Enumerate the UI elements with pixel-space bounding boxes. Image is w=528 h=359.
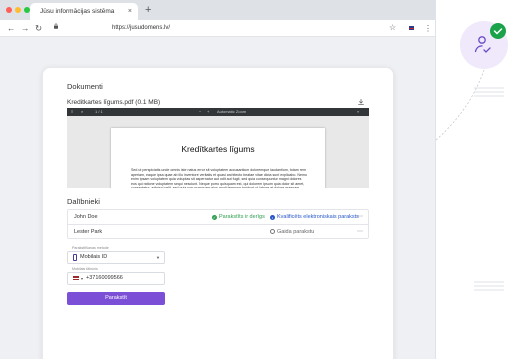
participant-type-text: Kvalificēts elektroniskais paraksts [277,214,359,220]
pdf-more-tools-icon[interactable]: » [357,109,359,115]
pdf-viewer[interactable]: ≡ ⌕ 1 / 1 − + Automatic Zoom » Kredītkar… [67,108,369,188]
person-badge-icon: • [270,214,275,220]
close-window-dot[interactable] [6,7,12,13]
phone-number-input[interactable]: ▾ +37160099566 [67,272,165,285]
pdf-page-title: Kredītkartes līgums [181,144,255,154]
new-tab-icon[interactable]: + [145,3,151,17]
phone-number-value: +37160099566 [86,275,123,281]
close-tab-icon[interactable]: × [128,3,132,20]
participant-signature-type: • Kvalificēts elektroniskais paraksts [270,210,359,224]
signing-method-value: Mobilais ID [80,254,108,260]
back-icon[interactable]: ← [7,22,16,34]
pdf-sidebar-toggle-icon[interactable]: ≡ [71,109,73,115]
url-field[interactable]: https://jusudomens.lv/ [50,23,405,34]
forward-icon[interactable]: → [21,22,30,34]
participants-table: John Doe ✓ Parakstīts ir derīgs • Kvalific… [67,209,369,239]
browser-tab[interactable]: Jūsu informācijas sistēma × [30,3,138,20]
participant-type-text: Gaida parakstu [277,229,315,235]
chevron-down-icon: ▼ [156,255,160,260]
participant-status: ✓ Parakstīts ir derīgs [212,210,265,224]
connector-line [435,69,485,141]
pdf-zoom-select[interactable]: Automatic Zoom [217,109,246,115]
browser-menu-icon[interactable]: ⋮ [424,23,432,34]
signing-card: Dokumenti Kreditkartes līgums.pdf (0.1 M… [42,67,394,359]
mobile-phone-icon [73,254,77,261]
signature-badge-circle [460,21,508,69]
participant-status-text: Parakstīts ir derīgs [219,214,265,220]
pdf-page: Kredītkartes līgums Sed ut perspiciatis … [111,128,325,188]
check-circle-icon: ✓ [212,214,217,220]
screenshot-root: Jūsu informācijas sistēma × + ← → ↻ http… [0,0,528,359]
row-more-icon[interactable]: ⋯ [357,225,363,239]
minimize-window-dot[interactable] [15,7,21,13]
tab-title: Jūsu informācijas sistēma [40,8,115,15]
clock-icon [270,228,275,234]
phone-label: Mobilais tālrunis [72,267,98,271]
address-bar: ← → ↻ https://jusudomens.lv/ ☆ ⋮ [0,20,435,37]
download-icon[interactable] [357,98,365,106]
pdf-search-icon[interactable]: ⌕ [81,109,83,115]
url-text: https://jusudomens.lv/ [112,25,171,31]
signing-method-label: Paraksttīšanas metode [72,246,109,250]
country-code-chevron-icon[interactable]: ▾ [81,273,83,284]
participant-name: Lester Park [74,229,103,235]
pdf-toolbar: ≡ ⌕ 1 / 1 − + Automatic Zoom » [67,108,369,116]
reload-icon[interactable]: ↻ [35,22,42,34]
pdf-zoom-out-icon[interactable]: − [199,109,201,115]
bookmark-star-icon[interactable]: ☆ [389,21,396,35]
participant-row[interactable]: John Doe ✓ Parakstīts ir derīgs • Kvalific… [68,210,368,224]
participant-signature-type: Gaida parakstu [270,225,314,239]
pdf-zoom-in-icon[interactable]: + [207,109,209,115]
pdf-canvas: Kredītkartes līgums Sed ut perspiciatis … [67,116,369,188]
check-badge-icon [490,23,506,39]
user-check-icon [474,36,491,53]
tab-bar: Jūsu informācijas sistēma × + [0,0,435,20]
pdf-page-indicator[interactable]: 1 / 1 [95,109,103,115]
signing-method-select[interactable]: Mobilais ID ▼ [67,251,165,264]
participant-row[interactable]: Lester Park Gaida parakstu ⋯ [68,224,368,238]
pdf-page-body: Sed ut perspiciatis unde omnis iste natu… [131,168,307,188]
row-more-icon[interactable]: ⋯ [357,210,363,224]
participant-name: John Doe [74,214,98,220]
browser-window: Jūsu informācijas sistēma × + ← → ↻ http… [0,0,436,359]
latvia-flag-icon[interactable] [73,276,79,280]
extension-flag-icon[interactable] [409,26,414,30]
sign-button[interactable]: Parakstīt [67,292,165,305]
check-mark-icon [493,28,503,35]
documents-heading: Dokumenti [67,82,103,91]
participants-heading: Dalībnieki [67,197,100,206]
document-file-name[interactable]: Kreditkartes līgums.pdf (0.1 MB) [67,99,160,106]
